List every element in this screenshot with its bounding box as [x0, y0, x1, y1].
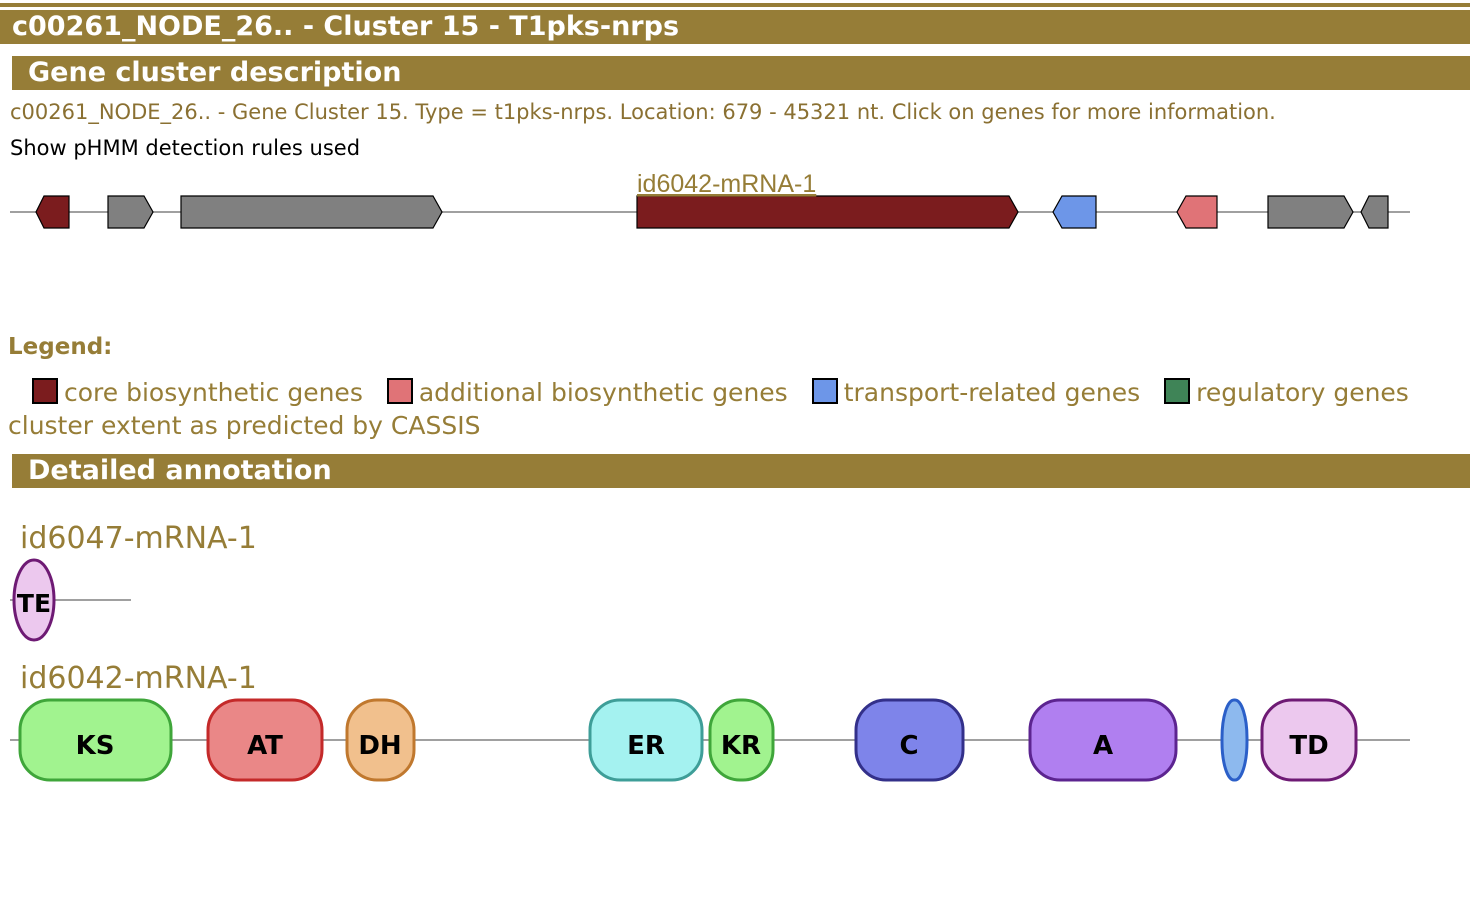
section-title-annotation: Detailed annotation: [12, 454, 1470, 488]
domain-label: DH: [358, 731, 401, 761]
legend-title: Legend:: [8, 334, 113, 360]
gene-name-1[interactable]: id6047-mRNA-1: [20, 521, 257, 556]
legend-cassis: cluster extent as predicted by CASSIS: [8, 411, 481, 440]
gene-arrow[interactable]: [35, 195, 70, 229]
domain-label: TD: [1289, 731, 1328, 761]
domain-label: AT: [247, 731, 283, 761]
gene-arrow[interactable]: [1267, 195, 1354, 229]
legend-item-regulatory: regulatory genes: [1164, 378, 1409, 407]
legend-item-transport: transport-related genes: [811, 378, 1141, 407]
gene-arrow[interactable]: [1176, 195, 1218, 229]
domain-unlabeled[interactable]: [1220, 698, 1249, 782]
legend-item-core: core biosynthetic genes: [32, 378, 363, 407]
legend-swatch-transport: [811, 378, 838, 404]
gene-name-2[interactable]: id6042-mRNA-1: [20, 661, 257, 696]
legend-label-additional: additional biosynthetic genes: [418, 378, 788, 407]
domain-label: KS: [76, 731, 115, 761]
legend-item-additional: additional biosynthetic genes: [386, 378, 788, 407]
domain-track-gene-2: KS AT DH ER KR C A TD: [10, 698, 1410, 782]
legend-label-core: core biosynthetic genes: [64, 378, 363, 407]
domain-track-gene-1: TE: [10, 558, 131, 642]
legend-swatch-core: [32, 378, 58, 404]
hovered-gene-label[interactable]: id6042-mRNA-1: [637, 170, 816, 198]
domain-label: A: [1093, 731, 1113, 761]
domain-label: KR: [721, 731, 761, 761]
legend-label-regulatory: regulatory genes: [1196, 378, 1409, 407]
legend-swatch-regulatory: [1164, 378, 1191, 404]
domain-label: ER: [627, 731, 665, 761]
gene-arrow[interactable]: [1360, 195, 1389, 229]
legend-label-transport: transport-related genes: [843, 378, 1141, 407]
gene-arrow[interactable]: [107, 195, 154, 229]
gene-arrow[interactable]: [636, 195, 1019, 229]
gene-arrow[interactable]: [1052, 195, 1097, 229]
domain-label: C: [899, 731, 918, 761]
cluster-map: id6042-mRNA-1: [10, 170, 1410, 229]
gene-arrow[interactable]: [180, 195, 443, 229]
legend-swatch-additional: [386, 378, 413, 404]
domain-label: TE: [17, 589, 51, 618]
legend: core biosynthetic genes additional biosyn…: [32, 378, 1433, 410]
